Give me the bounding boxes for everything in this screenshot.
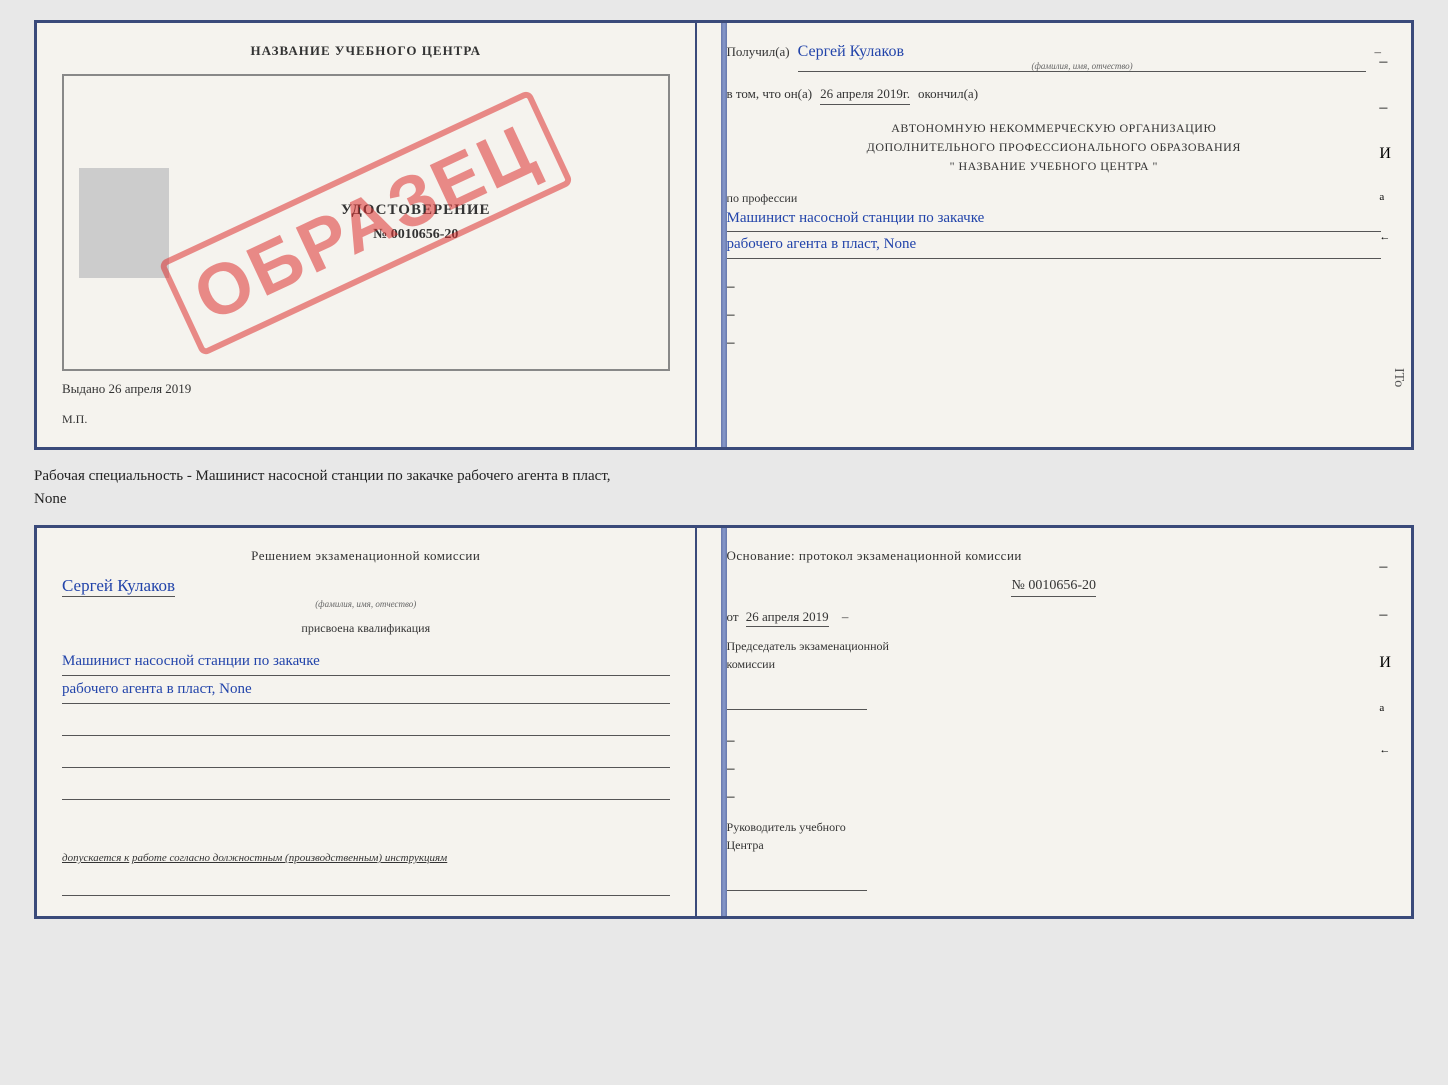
rukovoditel-sign-line bbox=[727, 871, 867, 891]
protocol-num-block: № 0010656-20 bbox=[727, 576, 1381, 597]
poluchil-label: Получил(а) bbox=[727, 44, 790, 60]
ot-label: от bbox=[727, 609, 739, 624]
cert-inner-box: ОБРАЗЕЦ УДОСТОВЕРЕНИЕ № 0010656-20 bbox=[62, 74, 670, 371]
po-professii-label: по профессии bbox=[727, 191, 1381, 206]
binding-strip-top bbox=[721, 23, 727, 447]
v-tom-label: в том, что он(а) bbox=[727, 86, 813, 102]
cert-poluchil-row: Получил(а) Сергей Кулаков (фамилия, имя,… bbox=[727, 43, 1381, 72]
org-line1: АВТОНОМНУЮ НЕКОММЕРЧЕСКУЮ ОРГАНИЗАЦИЮ bbox=[727, 119, 1381, 138]
cert-vydano: Выдано 26 апреля 2019 bbox=[62, 381, 670, 397]
dopuskaetsya-block: допускается к работе согласно должностны… bbox=[62, 852, 670, 864]
middle-text-line1: Рабочая специальность - Машинист насосно… bbox=[34, 465, 1414, 488]
inner-left-panel: Решением экзаменационной комиссии Сергей… bbox=[37, 528, 697, 916]
cert-date-row: в том, что он(а) 26 апреля 2019г. окончи… bbox=[727, 86, 1381, 105]
okonchil-label: окончил(а) bbox=[918, 86, 978, 102]
dopuskaetsya-value: работе согласно должностным (производств… bbox=[132, 852, 447, 864]
middle-text-line2: None bbox=[34, 488, 1414, 511]
right-dashes-bottom: – – И а ← bbox=[1379, 558, 1391, 756]
rukovoditel-block: Руководитель учебного Центра bbox=[727, 818, 1381, 854]
cert-date-value: 26 апреля 2019г. bbox=[820, 86, 910, 105]
resheniem-label: Решением экзаменационной комиссии bbox=[62, 548, 670, 564]
inner-right-panel: Основание: протокол экзаменационной коми… bbox=[697, 528, 1411, 916]
inner-profession-block: Машинист насосной станции по закачке раб… bbox=[62, 648, 670, 704]
po-professii-section: по профессии Машинист насосной станции п… bbox=[727, 191, 1381, 259]
blank-line-3 bbox=[62, 780, 670, 800]
rukovoditel-label: Руководитель учебного bbox=[727, 818, 1381, 836]
inner-profession-line2: рабочего агента в пласт, None bbox=[62, 676, 670, 704]
profession-line1-top: Машинист насосной станции по закачке bbox=[727, 206, 1381, 233]
predsedatel-label: Председатель экзаменационной bbox=[727, 637, 1381, 655]
dopuskaetsya-prefix: допускается к bbox=[62, 852, 129, 864]
cert-mp: М.П. bbox=[62, 412, 670, 427]
predsedatel-block: Председатель экзаменационной комиссии bbox=[727, 637, 1381, 673]
cert-left-panel: НАЗВАНИЕ УЧЕБНОГО ЦЕНТРА ОБРАЗЕЦ УДОСТОВ… bbox=[37, 23, 697, 447]
binding-strip-bottom bbox=[721, 528, 727, 916]
ot-date: 26 апреля 2019 bbox=[746, 609, 829, 627]
ito-label: ITo bbox=[1390, 368, 1406, 387]
inner-spread: Решением экзаменационной комиссии Сергей… bbox=[34, 525, 1414, 919]
inner-name-block: Сергей Кулаков (фамилия, имя, отчество) bbox=[62, 576, 670, 609]
prisvoyena-label: присвоена квалификация bbox=[62, 621, 670, 636]
cert-number: № 0010656-20 bbox=[179, 227, 653, 243]
cert-udostoverenie-block: УДОСТОВЕРЕНИЕ № 0010656-20 bbox=[179, 202, 653, 243]
org-line2: ДОПОЛНИТЕЛЬНОГО ПРОФЕССИОНАЛЬНОГО ОБРАЗО… bbox=[727, 138, 1381, 157]
right-dashes-top: – – И а ← bbox=[1379, 53, 1391, 243]
familiya-label-top: (фамилия, имя, отчество) bbox=[798, 61, 1367, 71]
inner-name-hw: Сергей Кулаков bbox=[62, 576, 175, 597]
blank-line-1 bbox=[62, 716, 670, 736]
udostoverenie-label: УДОСТОВЕРЕНИЕ bbox=[179, 202, 653, 219]
cert-photo bbox=[79, 168, 169, 278]
predsedatel-sign-line bbox=[727, 690, 867, 710]
cert-spread-top: НАЗВАНИЕ УЧЕБНОГО ЦЕНТРА ОБРАЗЕЦ УДОСТОВ… bbox=[34, 20, 1414, 450]
inner-familiya-label: (фамилия, имя, отчество) bbox=[62, 599, 670, 609]
org-line3: " НАЗВАНИЕ УЧЕБНОГО ЦЕНТРА " bbox=[727, 157, 1381, 176]
bottom-dashes-right-top: – – – bbox=[727, 278, 1381, 352]
ot-date-row: от 26 апреля 2019 – bbox=[727, 609, 1381, 625]
dash-after-date: – bbox=[842, 609, 849, 624]
cert-org-text: АВТОНОМНУЮ НЕКОММЕРЧЕСКУЮ ОРГАНИЗАЦИЮ ДО… bbox=[727, 119, 1381, 177]
document-container: НАЗВАНИЕ УЧЕБНОГО ЦЕНТРА ОБРАЗЕЦ УДОСТОВ… bbox=[34, 20, 1414, 919]
tsentra-label: Центра bbox=[727, 836, 1381, 854]
blank-line-4 bbox=[62, 876, 670, 896]
protocol-num: № 0010656-20 bbox=[1011, 578, 1096, 597]
vydano-label: Выдано bbox=[62, 381, 105, 396]
predsedatel-label2: комиссии bbox=[727, 655, 1381, 673]
middle-text: Рабочая специальность - Машинист насосно… bbox=[34, 460, 1414, 515]
cert-title-top: НАЗВАНИЕ УЧЕБНОГО ЦЕНТРА bbox=[62, 43, 670, 59]
cert-right-panel: Получил(а) Сергей Кулаков (фамилия, имя,… bbox=[697, 23, 1411, 447]
profession-line2-top: рабочего агента в пласт, None bbox=[727, 232, 1381, 259]
more-dashes-right: – – – bbox=[727, 732, 1381, 806]
poluchil-name: Сергей Кулаков (фамилия, имя, отчество) bbox=[798, 43, 1367, 72]
blank-line-2 bbox=[62, 748, 670, 768]
osnovanie-label: Основание: протокол экзаменационной коми… bbox=[727, 548, 1381, 564]
inner-profession-line1: Машинист насосной станции по закачке bbox=[62, 648, 670, 676]
vydano-date: 26 апреля 2019 bbox=[109, 381, 192, 396]
